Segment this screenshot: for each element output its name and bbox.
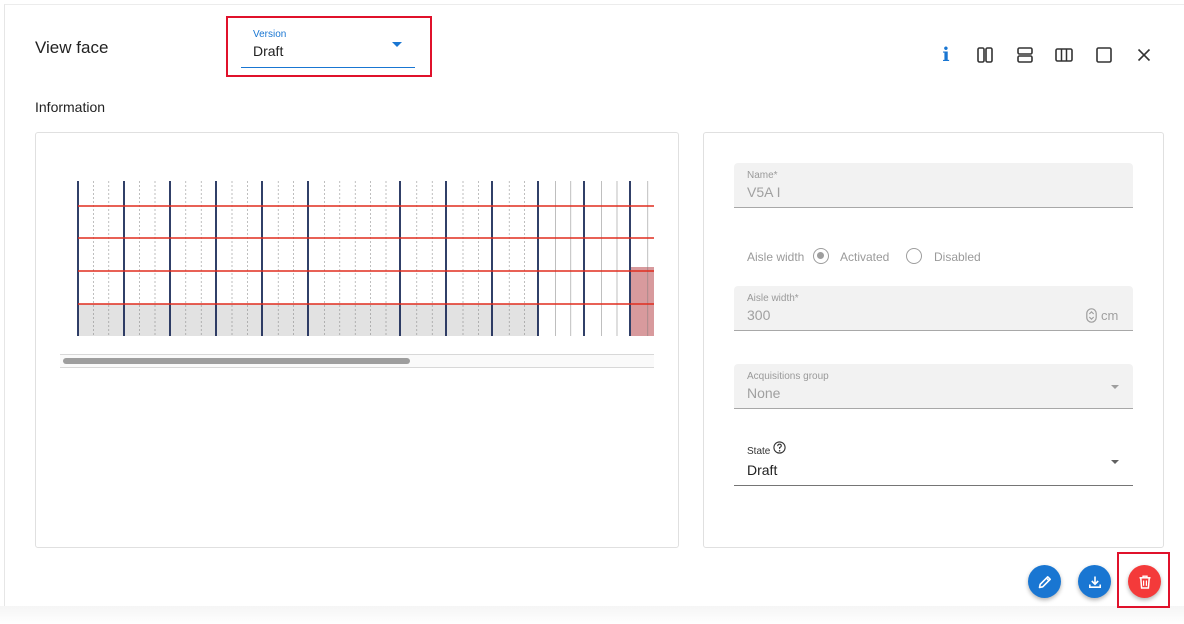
chevron-down-icon[interactable] [1111,460,1119,464]
edit-icon [1038,575,1051,588]
acquisitions-group-select[interactable]: Acquisitions group None [734,364,1133,409]
radio-activated[interactable] [813,248,829,264]
state-label: State [747,446,771,457]
radio-activated-label: Activated [840,250,890,264]
chevron-down-icon[interactable] [1111,385,1119,389]
info-icon: i [942,43,950,66]
help-icon[interactable] [773,441,786,454]
split-vertical-button[interactable] [971,42,999,68]
scrollbar-thumb[interactable] [63,358,410,364]
stepper-icon[interactable] [1086,308,1097,323]
state-value: Draft [747,462,778,478]
info-button[interactable]: i [932,42,960,68]
edit-button[interactable] [1028,565,1061,598]
state-select[interactable]: State Draft [734,435,1133,486]
close-icon [1137,48,1151,62]
bottom-shadow [0,606,1184,624]
face-info-form: Name* V5A I Aisle width Activated Disabl… [703,132,1164,548]
aisle-toggle-label: Aisle width [747,250,805,264]
aisle-width-label: Aisle width* [747,293,799,304]
rack-drawing[interactable] [61,181,656,341]
name-field[interactable]: Name* V5A I [734,163,1133,208]
face-visualization-panel [35,132,679,548]
version-value: Draft [253,43,284,59]
columns-button[interactable] [1050,42,1078,68]
chevron-down-icon[interactable] [392,42,402,47]
name-value: V5A I [747,184,781,200]
close-button[interactable] [1130,42,1158,68]
split-horizontal-button[interactable] [1011,42,1039,68]
version-select[interactable]: Version Draft [241,24,415,68]
aisle-width-field[interactable]: Aisle width* 300 cm [734,286,1133,331]
radio-disabled[interactable] [906,248,922,264]
maximize-icon [1096,47,1112,63]
download-button[interactable] [1078,565,1111,598]
acquisitions-group-value: None [747,385,781,401]
version-label: Version [253,29,287,40]
delete-button[interactable] [1128,565,1161,598]
split-horizontal-icon [1017,47,1033,63]
section-title: Information [35,99,106,115]
download-icon [1088,576,1101,588]
aisle-width-unit: cm [1101,308,1119,323]
radio-disabled-label: Disabled [934,250,981,264]
aisle-width-value: 300 [747,307,771,323]
maximize-button[interactable] [1090,42,1118,68]
horizontal-scrollbar[interactable] [60,354,654,368]
name-label: Name* [747,170,778,181]
highlighted-bay [631,267,654,336]
split-vertical-icon [977,47,993,63]
delete-icon [1139,575,1150,589]
acquisitions-group-label: Acquisitions group [747,371,829,382]
columns-icon [1055,48,1073,62]
dialog-title: View face [35,38,109,57]
